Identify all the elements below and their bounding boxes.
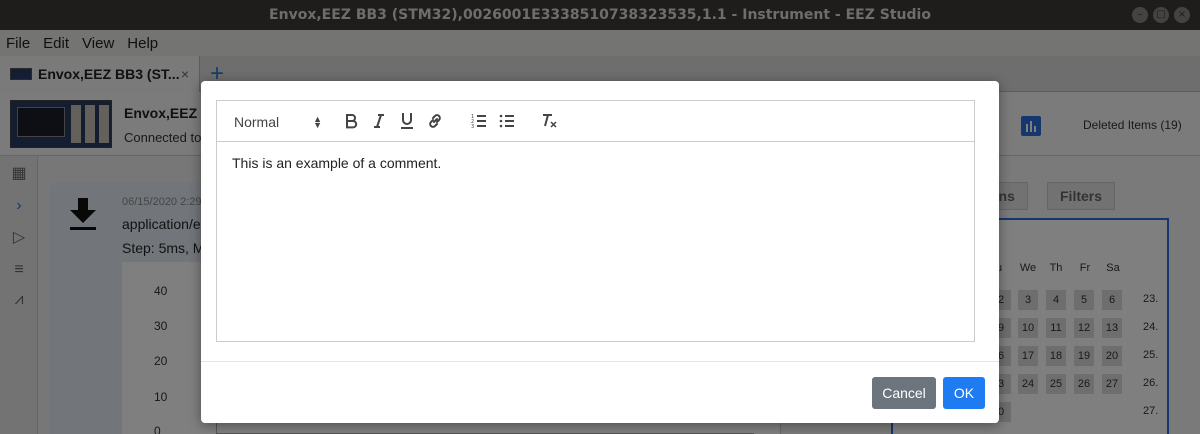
format-select-value: Normal bbox=[234, 114, 280, 130]
comment-text[interactable]: This is an example of a comment. bbox=[232, 155, 441, 171]
ok-button[interactable]: OK bbox=[943, 377, 985, 409]
editor-toolbar: Normal ▲ ▼ 123 bbox=[217, 101, 974, 142]
comment-dialog: Normal ▲ ▼ 123 This is an example of a c… bbox=[201, 81, 999, 423]
rich-text-editor: Normal ▲ ▼ 123 This is an example of a c… bbox=[216, 100, 975, 342]
cancel-button[interactable]: Cancel bbox=[872, 377, 936, 409]
link-icon[interactable] bbox=[425, 111, 445, 131]
dialog-footer: Cancel OK bbox=[201, 361, 999, 423]
bullet-list-icon[interactable] bbox=[497, 111, 517, 131]
svg-text:3: 3 bbox=[471, 124, 474, 129]
select-arrows-icon: ▲ ▼ bbox=[313, 114, 322, 130]
italic-icon[interactable] bbox=[369, 111, 389, 131]
bold-icon[interactable] bbox=[341, 111, 361, 131]
ordered-list-icon[interactable]: 123 bbox=[469, 111, 489, 131]
underline-icon[interactable] bbox=[397, 111, 417, 131]
format-select[interactable]: Normal ▲ ▼ bbox=[234, 112, 322, 132]
clear-format-icon[interactable] bbox=[539, 111, 559, 131]
